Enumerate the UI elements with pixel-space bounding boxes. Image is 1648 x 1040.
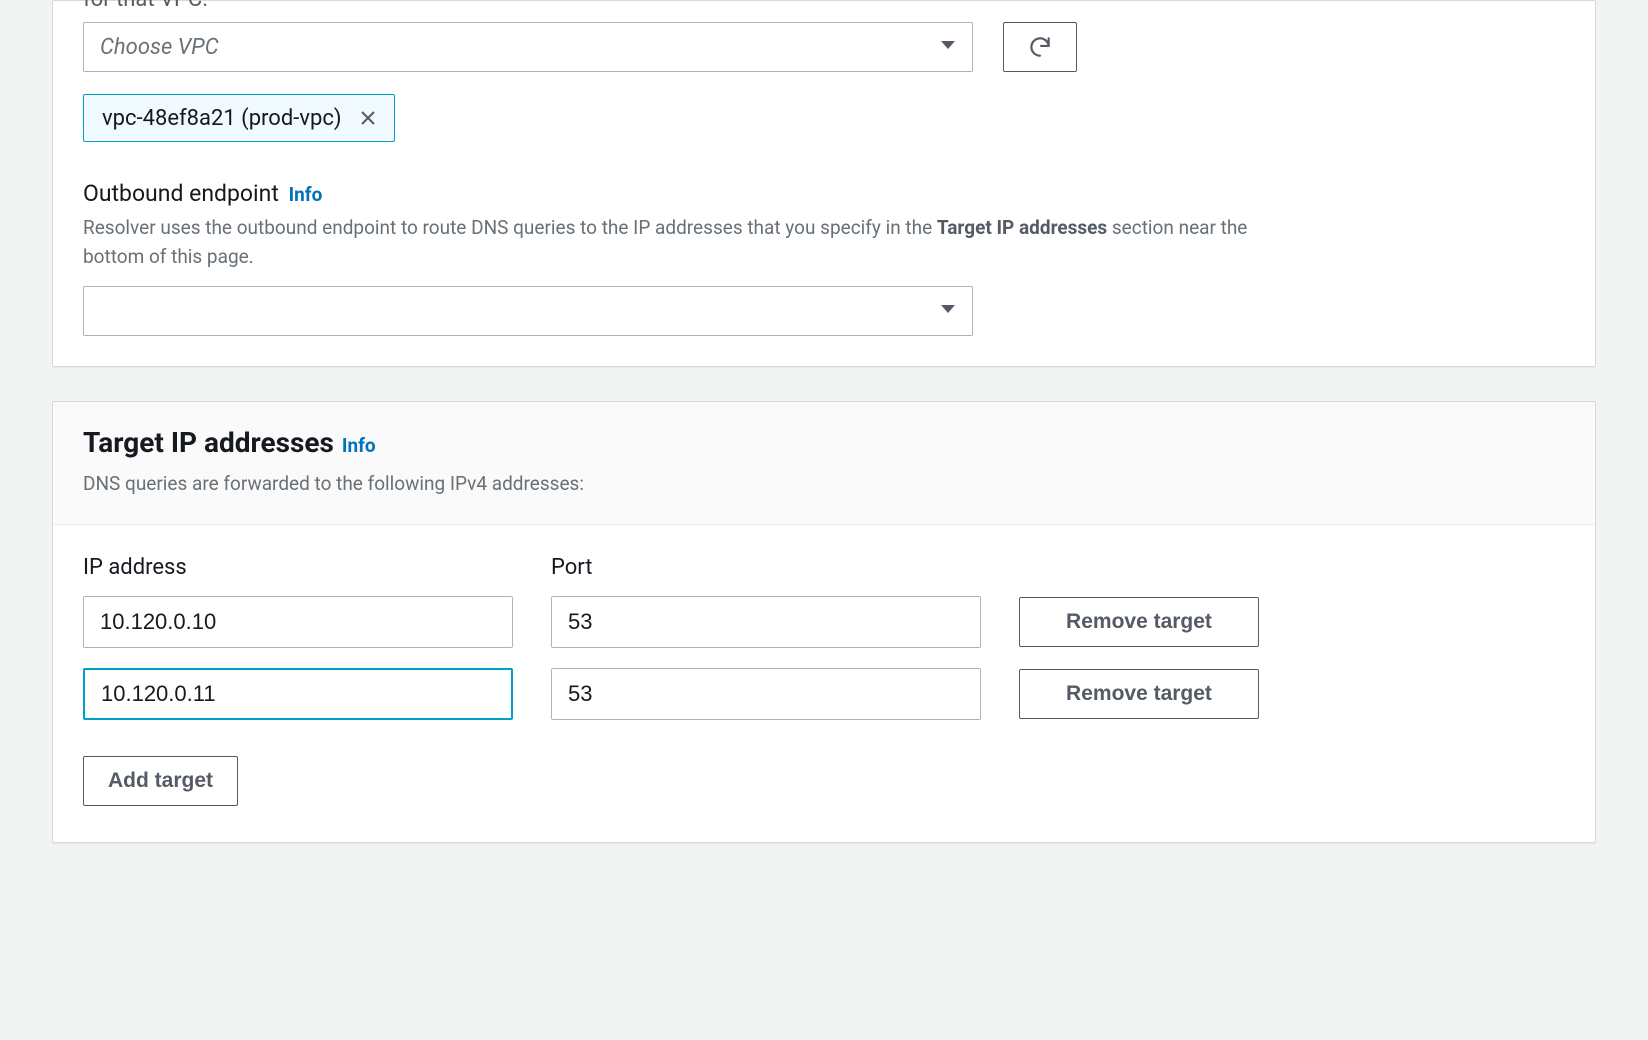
port-input[interactable] <box>551 596 981 648</box>
outbound-info-link[interactable]: Info <box>289 183 323 206</box>
remove-target-button[interactable]: Remove target <box>1019 597 1259 647</box>
targets-title: Target IP addresses <box>83 426 334 459</box>
outbound-help-text: Resolver uses the outbound endpoint to r… <box>83 213 1273 272</box>
outbound-endpoint-select[interactable] <box>83 286 973 336</box>
vpc-endpoint-panel: for that VPC. Choose VPC vpc-48ef8a21 (p <box>52 0 1596 367</box>
outbound-endpoint-label: Outbound endpoint Info <box>83 180 1565 207</box>
add-target-button[interactable]: Add target <box>83 756 238 806</box>
vpc-select[interactable]: Choose VPC <box>83 22 973 72</box>
vpc-help-clipped: for that VPC. <box>83 0 1565 12</box>
vpc-chip[interactable]: vpc-48ef8a21 (prod-vpc) <box>83 94 395 142</box>
targets-info-link[interactable]: Info <box>342 434 376 457</box>
ip-address-input[interactable] <box>83 668 513 720</box>
remove-target-button[interactable]: Remove target <box>1019 669 1259 719</box>
column-port-label: Port <box>551 555 981 580</box>
chevron-down-icon <box>940 37 956 57</box>
target-ip-panel: Target IP addresses Info DNS queries are… <box>52 401 1596 843</box>
target-row: Remove target <box>53 596 1595 648</box>
column-ip-label: IP address <box>83 555 513 580</box>
close-icon[interactable] <box>356 106 380 130</box>
vpc-chip-label: vpc-48ef8a21 (prod-vpc) <box>102 106 342 131</box>
port-input[interactable] <box>551 668 981 720</box>
chevron-down-icon <box>940 301 956 321</box>
refresh-button[interactable] <box>1003 22 1077 72</box>
refresh-icon <box>1027 34 1053 60</box>
ip-address-input[interactable] <box>83 596 513 648</box>
targets-subtitle: DNS queries are forwarded to the followi… <box>83 469 1273 498</box>
targets-header-row: IP address Port <box>53 555 1595 588</box>
vpc-select-placeholder: Choose VPC <box>100 35 219 60</box>
target-row: Remove target <box>53 668 1595 720</box>
